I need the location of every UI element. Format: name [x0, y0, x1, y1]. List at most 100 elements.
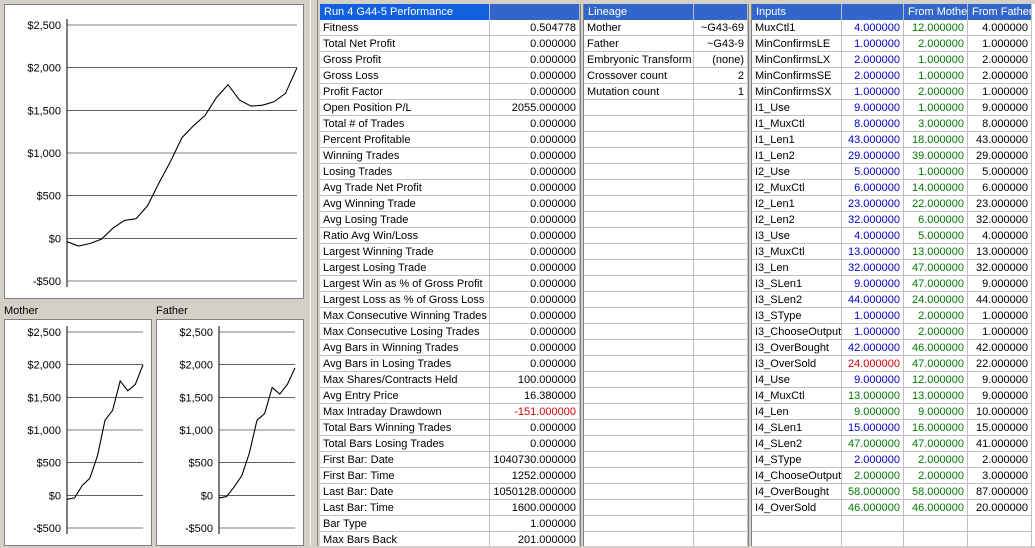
performance-label-cell[interactable]: Bar Type [320, 516, 490, 532]
input-from-father-cell[interactable]: 13.000000 [968, 244, 1032, 260]
lineage-label-cell[interactable] [584, 260, 694, 276]
lineage-value-cell[interactable] [694, 100, 748, 116]
lineage-value-cell[interactable] [694, 356, 748, 372]
performance-label-cell[interactable]: Avg Bars in Losing Trades [320, 356, 490, 372]
input-name-cell[interactable]: I4_SLen1 [752, 420, 842, 436]
input-from-mother-cell[interactable] [904, 516, 968, 532]
lineage-label-header[interactable]: Lineage [584, 4, 694, 20]
input-value-cell[interactable]: 2.000000 [842, 468, 904, 484]
lineage-value-cell[interactable] [694, 180, 748, 196]
input-value-cell[interactable]: 4.000000 [842, 228, 904, 244]
input-value-cell[interactable]: 2.000000 [842, 452, 904, 468]
input-value-cell[interactable]: 13.000000 [842, 244, 904, 260]
lineage-label-cell[interactable] [584, 308, 694, 324]
performance-label-cell[interactable]: Max Intraday Drawdown [320, 404, 490, 420]
input-from-father-cell[interactable]: 15.000000 [968, 420, 1032, 436]
input-value-cell[interactable]: 43.000000 [842, 132, 904, 148]
input-from-father-cell[interactable]: 9.000000 [968, 372, 1032, 388]
performance-value-cell[interactable]: 1600.000000 [490, 500, 580, 516]
lineage-label-cell[interactable] [584, 100, 694, 116]
input-from-mother-cell[interactable]: 9.000000 [904, 404, 968, 420]
input-value-cell[interactable]: 32.000000 [842, 260, 904, 276]
performance-label-cell[interactable]: Open Position P/L [320, 100, 490, 116]
input-from-mother-cell[interactable]: 47.000000 [904, 276, 968, 292]
input-from-father-cell[interactable]: 2.000000 [968, 68, 1032, 84]
performance-value-cell[interactable]: 0.000000 [490, 68, 580, 84]
performance-value-cell[interactable]: 100.000000 [490, 372, 580, 388]
input-value-cell[interactable]: 47.000000 [842, 436, 904, 452]
performance-label-cell[interactable]: Avg Bars in Winning Trades [320, 340, 490, 356]
performance-value-cell[interactable]: 0.504778 [490, 20, 580, 36]
input-from-mother-cell[interactable]: 1.000000 [904, 52, 968, 68]
input-name-cell[interactable]: MuxCtl1 [752, 20, 842, 36]
performance-value-cell[interactable]: 1.000000 [490, 516, 580, 532]
input-from-father-cell[interactable]: 10.000000 [968, 404, 1032, 420]
input-from-mother-cell[interactable]: 5.000000 [904, 228, 968, 244]
input-name-cell[interactable]: I3_SType [752, 308, 842, 324]
input-value-cell[interactable]: 24.000000 [842, 356, 904, 372]
input-from-father-cell[interactable]: 32.000000 [968, 260, 1032, 276]
performance-value-cell[interactable]: 0.000000 [490, 228, 580, 244]
lineage-value-cell[interactable] [694, 228, 748, 244]
input-from-father-header[interactable]: From Father [968, 4, 1032, 20]
performance-label-cell[interactable]: Avg Trade Net Profit [320, 180, 490, 196]
results-grid[interactable]: Run 4 G44-5 Performance Fitness Total Net … [320, 4, 1035, 546]
performance-value-cell[interactable]: 0.000000 [490, 84, 580, 100]
lineage-label-cell[interactable] [584, 116, 694, 132]
performance-label-cell[interactable]: Winning Trades [320, 148, 490, 164]
lineage-label-cell[interactable] [584, 196, 694, 212]
performance-value-cell[interactable]: 0.000000 [490, 436, 580, 452]
input-name-cell[interactable]: I4_OverSold [752, 500, 842, 516]
input-from-mother-cell[interactable]: 47.000000 [904, 436, 968, 452]
input-from-mother-cell[interactable]: 1.000000 [904, 68, 968, 84]
lineage-value-cell[interactable] [694, 516, 748, 532]
input-name-cell[interactable]: I3_SLen1 [752, 276, 842, 292]
performance-value-cell[interactable]: 0.000000 [490, 340, 580, 356]
performance-label-cell[interactable]: Max Shares/Contracts Held [320, 372, 490, 388]
lineage-label-cell[interactable] [584, 420, 694, 436]
input-from-father-cell[interactable]: 1.000000 [968, 36, 1032, 52]
performance-label-cell[interactable]: Max Consecutive Losing Trades [320, 324, 490, 340]
input-from-mother-cell[interactable]: 47.000000 [904, 356, 968, 372]
performance-label-cell[interactable]: Total Bars Losing Trades [320, 436, 490, 452]
lineage-label-cell[interactable] [584, 452, 694, 468]
input-value-cell[interactable]: 29.000000 [842, 148, 904, 164]
input-value-cell[interactable]: 15.000000 [842, 420, 904, 436]
input-name-cell[interactable]: I2_MuxCtl [752, 180, 842, 196]
lineage-label-cell[interactable] [584, 324, 694, 340]
lineage-value-cell[interactable]: ~G43-9 [694, 36, 748, 52]
input-name-cell[interactable]: I1_Use [752, 100, 842, 116]
input-value-cell[interactable]: 46.000000 [842, 500, 904, 516]
input-value-cell[interactable]: 9.000000 [842, 100, 904, 116]
input-from-father-cell[interactable]: 2.000000 [968, 452, 1032, 468]
performance-label-cell[interactable]: Avg Entry Price [320, 388, 490, 404]
input-from-father-cell[interactable]: 1.000000 [968, 308, 1032, 324]
performance-value-cell[interactable]: 0.000000 [490, 260, 580, 276]
input-value-cell[interactable] [842, 532, 904, 546]
input-name-cell[interactable]: I3_OverSold [752, 356, 842, 372]
input-name-cell[interactable]: I4_SLen2 [752, 436, 842, 452]
input-from-mother-cell[interactable]: 2.000000 [904, 468, 968, 484]
performance-value-header[interactable] [490, 4, 580, 20]
lineage-label-cell[interactable] [584, 340, 694, 356]
input-from-mother-cell[interactable]: 14.000000 [904, 180, 968, 196]
lineage-value-cell[interactable] [694, 484, 748, 500]
input-name-cell[interactable]: I4_SType [752, 452, 842, 468]
input-from-father-cell[interactable]: 44.000000 [968, 292, 1032, 308]
lineage-label-cell[interactable] [584, 132, 694, 148]
input-value-cell[interactable]: 44.000000 [842, 292, 904, 308]
lineage-value-cell[interactable] [694, 388, 748, 404]
input-value-cell[interactable]: 9.000000 [842, 276, 904, 292]
performance-label-cell[interactable]: Ratio Avg Win/Loss [320, 228, 490, 244]
lineage-label-cell[interactable] [584, 244, 694, 260]
input-from-mother-cell[interactable]: 2.000000 [904, 452, 968, 468]
performance-value-cell[interactable]: 0.000000 [490, 244, 580, 260]
performance-label-cell[interactable]: Largest Loss as % of Gross Loss [320, 292, 490, 308]
performance-label-cell[interactable]: Gross Loss [320, 68, 490, 84]
input-name-cell[interactable]: I2_Use [752, 164, 842, 180]
performance-label-cell[interactable]: First Bar: Date [320, 452, 490, 468]
lineage-label-cell[interactable] [584, 404, 694, 420]
lineage-value-cell[interactable] [694, 372, 748, 388]
input-name-cell[interactable] [752, 516, 842, 532]
input-from-mother-header[interactable]: From Mother [904, 4, 968, 20]
